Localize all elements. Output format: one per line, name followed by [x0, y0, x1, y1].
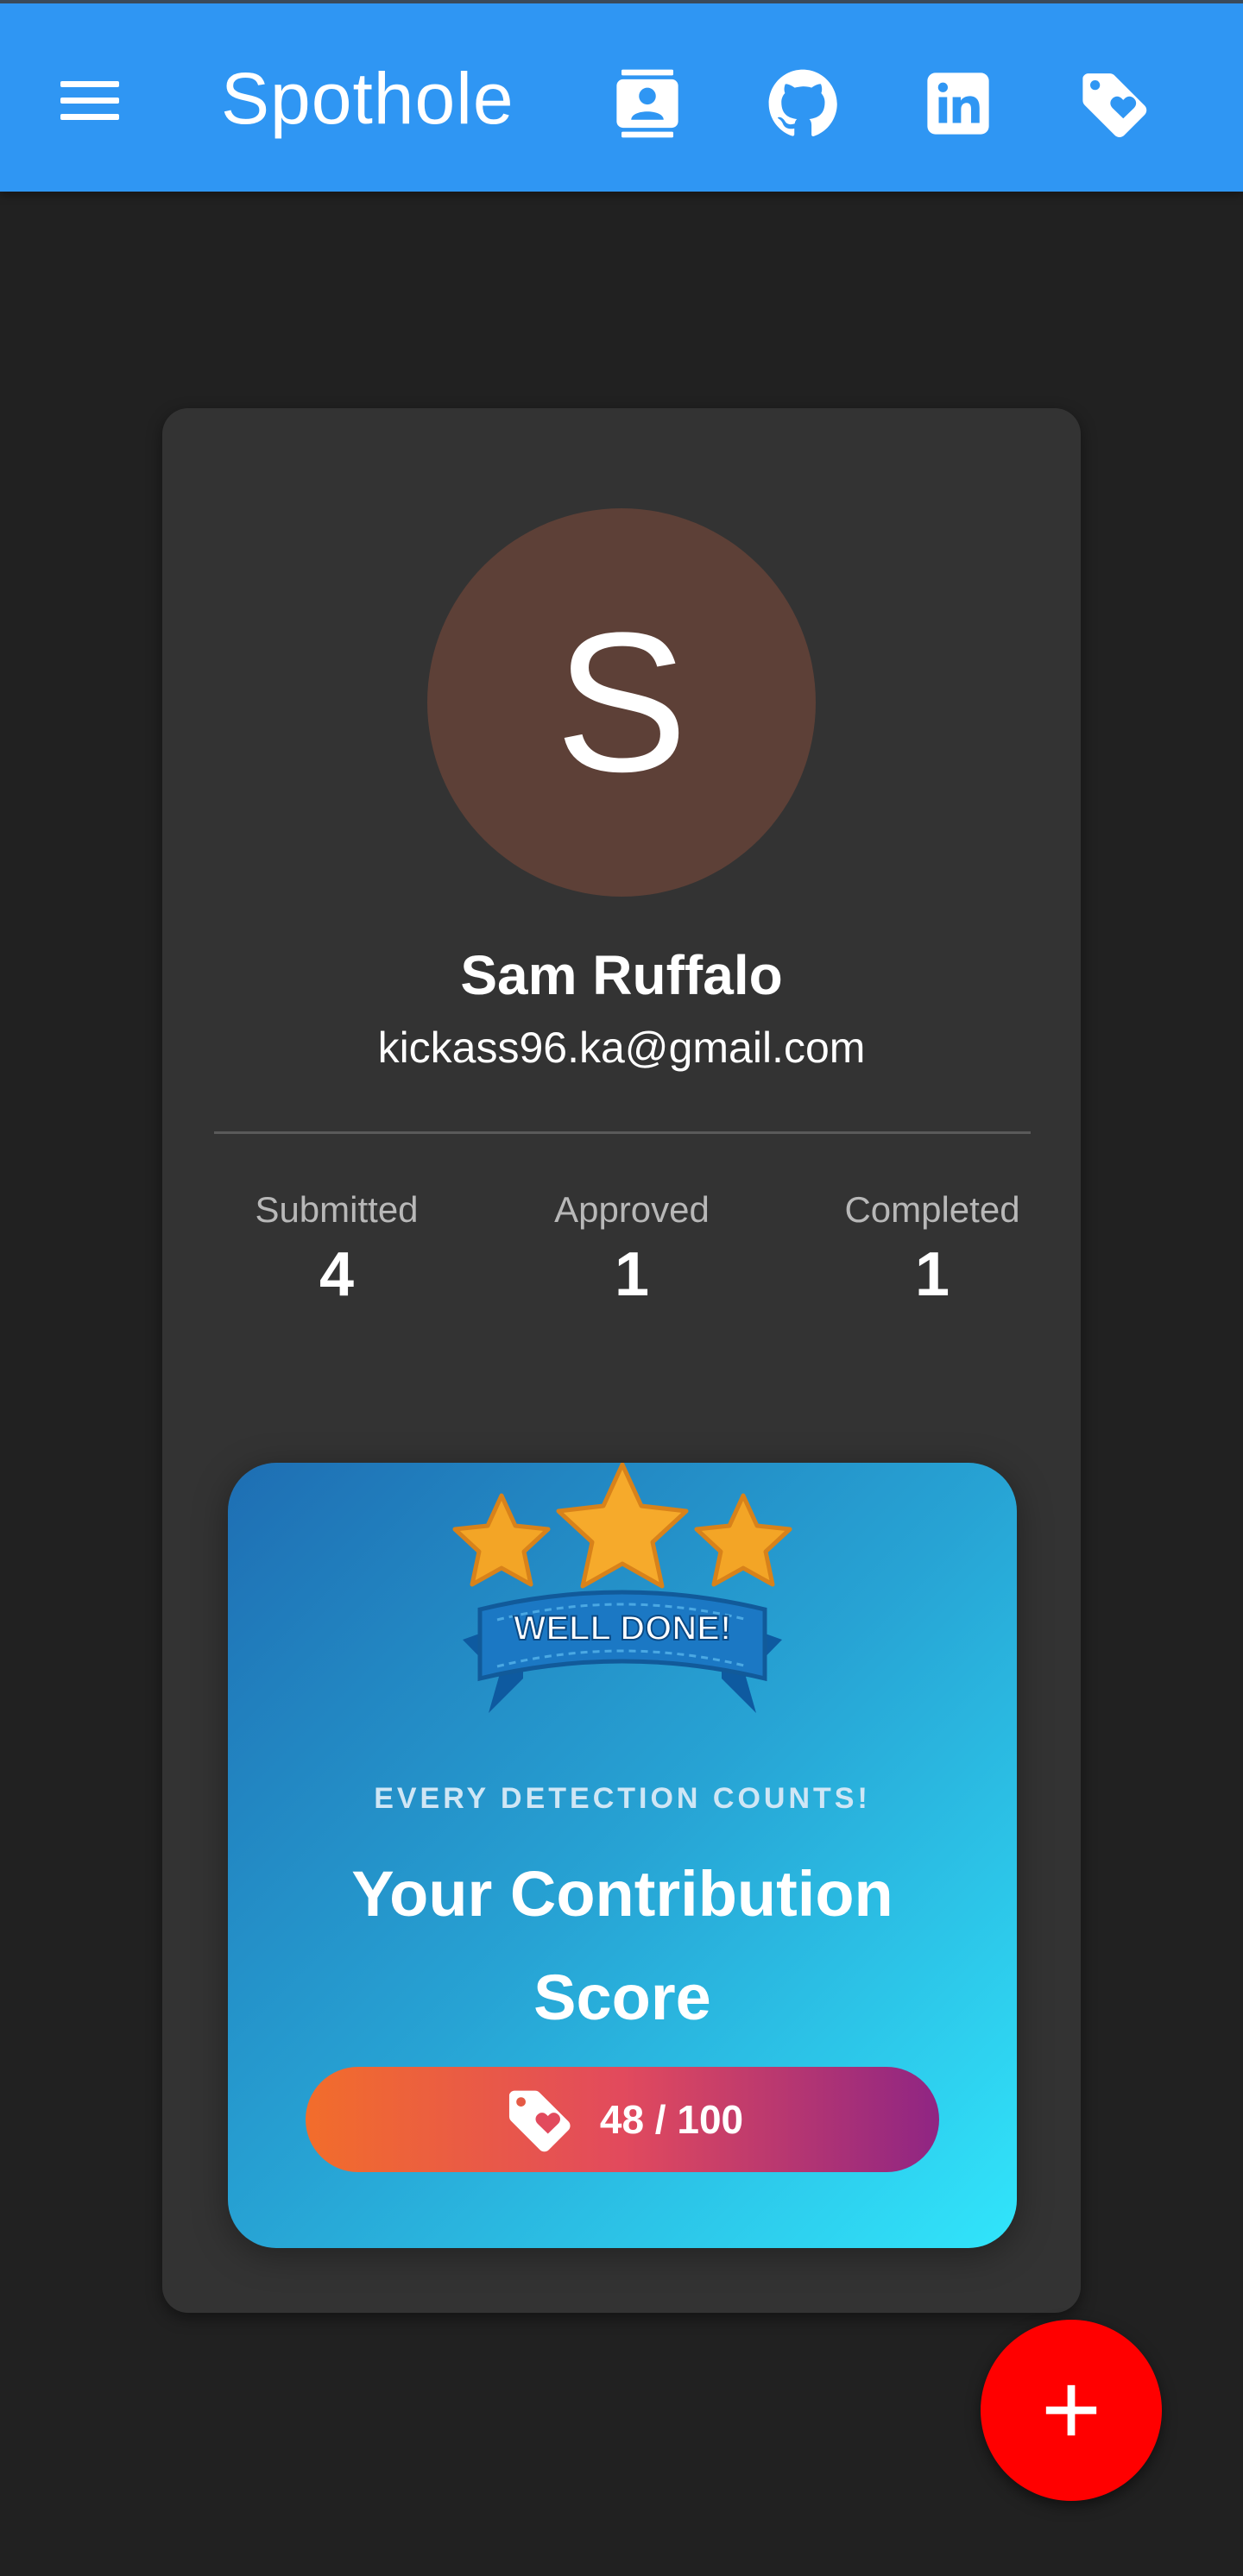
stat-label: Completed	[844, 1189, 1020, 1230]
badge-text: WELL DONE!	[514, 1609, 732, 1647]
score-pill: 48 / 100	[306, 2067, 939, 2172]
tag-heart-icon	[1082, 73, 1147, 137]
menu-icon-bar	[60, 98, 119, 104]
app-title: Spothole	[221, 58, 514, 139]
contact-card-button[interactable]	[604, 60, 691, 147]
score-value: 48 / 100	[599, 2097, 744, 2142]
user-email: kickass96.ka@gmail.com	[377, 1023, 866, 1072]
menu-icon-bar	[60, 114, 119, 120]
user-name: Sam Ruffalo	[460, 944, 783, 1006]
github-button[interactable]	[760, 60, 846, 147]
stat-value: 1	[914, 1240, 950, 1309]
app-bar: Spothole	[0, 0, 1243, 192]
contribution-score-card: WELL DONE! EVERY DETECTION COUNTS! Your …	[228, 1463, 1017, 2248]
tag-heart-button[interactable]	[1070, 60, 1157, 147]
well-done-badge: WELL DONE!	[452, 1463, 792, 1713]
stat-approved: Approved 1	[502, 1189, 761, 1310]
avatar: S	[427, 508, 816, 897]
menu-icon	[60, 81, 119, 87]
stat-label: Submitted	[255, 1189, 419, 1230]
linkedin-button[interactable]	[915, 60, 1001, 147]
linkedin-icon	[927, 72, 989, 135]
score-title: Your Contribution Score	[351, 1858, 893, 2033]
stat-value: 1	[614, 1240, 650, 1309]
tag-heart-icon	[508, 2090, 571, 2152]
divider	[214, 1131, 1031, 1134]
profile-card: S Sam Ruffalo kickass96.ka@gmail.com Sub…	[162, 408, 1081, 2313]
github-icon	[768, 69, 837, 136]
avatar-letter: S	[555, 591, 688, 813]
score-kicker: EVERY DETECTION COUNTS!	[374, 1782, 871, 1815]
stat-submitted: Submitted 4	[207, 1189, 466, 1310]
stat-completed: Completed 1	[803, 1189, 1062, 1310]
stat-value: 4	[319, 1240, 355, 1309]
stat-label: Approved	[554, 1189, 710, 1230]
menu-button[interactable]	[54, 72, 126, 128]
plus-icon	[1045, 2384, 1097, 2436]
contact-card-icon	[616, 69, 678, 138]
star-icon	[452, 1463, 792, 1589]
add-report-button[interactable]	[981, 2320, 1162, 2501]
